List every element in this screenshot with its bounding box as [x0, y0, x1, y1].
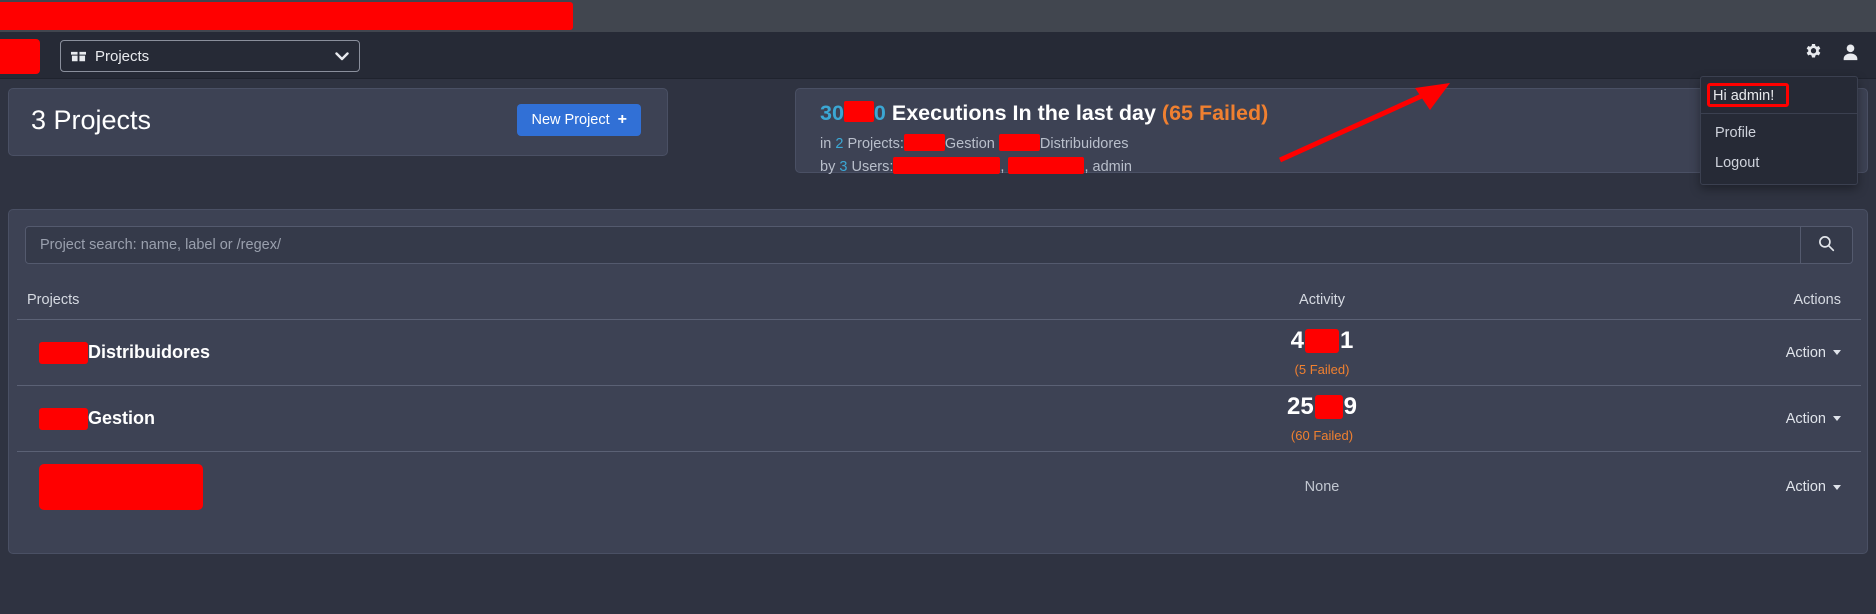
caret-down-icon [1833, 350, 1841, 355]
action-dropdown-button[interactable]: Action [1786, 479, 1841, 495]
project-activity-cell: None [1137, 479, 1507, 495]
project-actions-cell: Action [1507, 344, 1851, 362]
redacted-project-label [39, 341, 88, 364]
activity-count-suffix: 1 [1340, 326, 1354, 354]
projects-summary-panel: 3 Projects New Project + [8, 88, 668, 156]
new-project-button[interactable]: New Project + [517, 104, 641, 136]
table-row: None Action [17, 452, 1861, 522]
redacted-project-label [39, 407, 88, 430]
column-header-projects: Projects [27, 291, 80, 308]
users-line-prefix: by [820, 159, 836, 175]
navbar: Projects [0, 32, 1876, 79]
project-search-bar [25, 226, 1853, 264]
action-dropdown-button[interactable]: Action [1786, 345, 1841, 361]
activity-failed-count: (5 Failed) [1294, 362, 1350, 378]
search-input[interactable] [26, 227, 1800, 263]
redacted-brand-logo[interactable] [0, 39, 40, 74]
activity-failed-count: (60 Failed) [1290, 428, 1354, 444]
action-label: Action [1785, 344, 1826, 361]
search-icon [1818, 235, 1835, 255]
users-line-word: Users: [851, 159, 894, 175]
users-visible-user: admin [1092, 159, 1133, 175]
user-dropdown-menu: Hi admin! Profile Logout [1700, 76, 1858, 185]
executions-count-prefix: 30 [820, 101, 844, 125]
projects-line-name-2[interactable]: Distribuidores [1040, 136, 1129, 152]
page-title: 3 Projects [31, 105, 152, 135]
box-icon [71, 49, 86, 64]
redacted-count-digits [843, 101, 874, 122]
projects-line-prefix: in [820, 136, 832, 152]
menu-item-profile[interactable]: Profile [1701, 118, 1857, 148]
new-project-label: New Project [531, 112, 610, 128]
project-name-text: Gestion [88, 408, 156, 428]
top-banner [0, 0, 1876, 32]
menu-item-logout[interactable]: Logout [1701, 148, 1857, 178]
redacted-user-1 [893, 157, 1001, 174]
project-activity-cell: 25 9 (60 Failed) [1137, 394, 1507, 443]
redacted-user-2 [1008, 157, 1085, 174]
projects-line-name-1[interactable]: Gestion [945, 136, 995, 152]
action-label: Action [1785, 410, 1826, 427]
activity-count-suffix: 9 [1343, 392, 1358, 420]
users-sep-2: , [1084, 159, 1089, 175]
project-selector-label: Projects [95, 47, 150, 65]
redacted-activity-digits [1305, 328, 1339, 353]
column-header-activity: Activity [1299, 291, 1345, 308]
project-activity-cell: 41 (5 Failed) [1137, 328, 1507, 377]
caret-down-icon [1833, 484, 1841, 490]
projects-table: Projects Activity Actions Distribuidores… [17, 280, 1861, 522]
table-header-row: Projects Activity Actions [17, 280, 1861, 320]
chevron-down-icon [335, 49, 349, 64]
executions-count-suffix: 0 [873, 101, 886, 125]
action-dropdown-button[interactable]: Action [1786, 411, 1841, 427]
executions-projects-line: in 2 Projects: Gestion Distribuidores [820, 134, 1129, 152]
project-actions-cell: Action [1507, 410, 1851, 428]
activity-none-label: None [1304, 479, 1340, 495]
projects-line-word: Projects: [847, 136, 904, 152]
project-name-text: Distribuidores [88, 342, 211, 362]
search-button[interactable] [1800, 227, 1852, 263]
executions-users-line: by 3 Users:, , admin [820, 157, 1132, 175]
user-greeting: Hi admin! [1707, 83, 1851, 107]
executions-headline-text: Executions In the last day [891, 101, 1156, 125]
activity-count: 25 9 [1287, 394, 1357, 419]
activity-count-prefix: 4 [1290, 326, 1304, 354]
activity-count-prefix: 25 [1286, 392, 1314, 420]
redacted-project-label-2 [998, 134, 1040, 151]
user-greeting-text: Hi admin! [1713, 88, 1775, 104]
redacted-activity-digits [1314, 394, 1343, 419]
plus-icon: + [617, 111, 627, 128]
redacted-project-label-1 [903, 134, 945, 151]
project-list-panel: Projects Activity Actions Distribuidores… [8, 209, 1868, 554]
redacted-project-name [39, 464, 203, 510]
table-row: Gestion 25 9 (60 Failed) Action [17, 386, 1861, 452]
executions-failed-count: (65 Failed) [1161, 101, 1269, 125]
project-selector[interactable]: Projects [60, 40, 360, 72]
gear-icon[interactable] [1804, 43, 1823, 62]
user-icon[interactable] [1841, 43, 1860, 62]
column-header-actions: Actions [1793, 291, 1841, 308]
project-name-cell[interactable]: Distribuidores [27, 341, 1137, 364]
executions-headline: 30 0 Executions In the last day (65 Faile… [820, 101, 1268, 126]
table-row: Distribuidores 41 (5 Failed) Action [17, 320, 1861, 386]
project-actions-cell: Action [1507, 478, 1851, 496]
users-line-count: 3 [839, 159, 848, 175]
caret-down-icon [1833, 416, 1841, 421]
activity-count: 41 [1291, 328, 1354, 353]
project-name-cell[interactable] [27, 464, 1137, 510]
action-label: Action [1785, 479, 1826, 495]
navbar-right-icons [1804, 43, 1860, 62]
redacted-banner [0, 2, 573, 30]
page-root: Projects Hi admin! Profile Logout 3 Proj… [0, 0, 1876, 614]
menu-divider [1701, 113, 1857, 114]
projects-line-count: 2 [835, 136, 844, 152]
project-name-cell[interactable]: Gestion [27, 407, 1137, 430]
users-sep-1: , [1000, 159, 1005, 175]
